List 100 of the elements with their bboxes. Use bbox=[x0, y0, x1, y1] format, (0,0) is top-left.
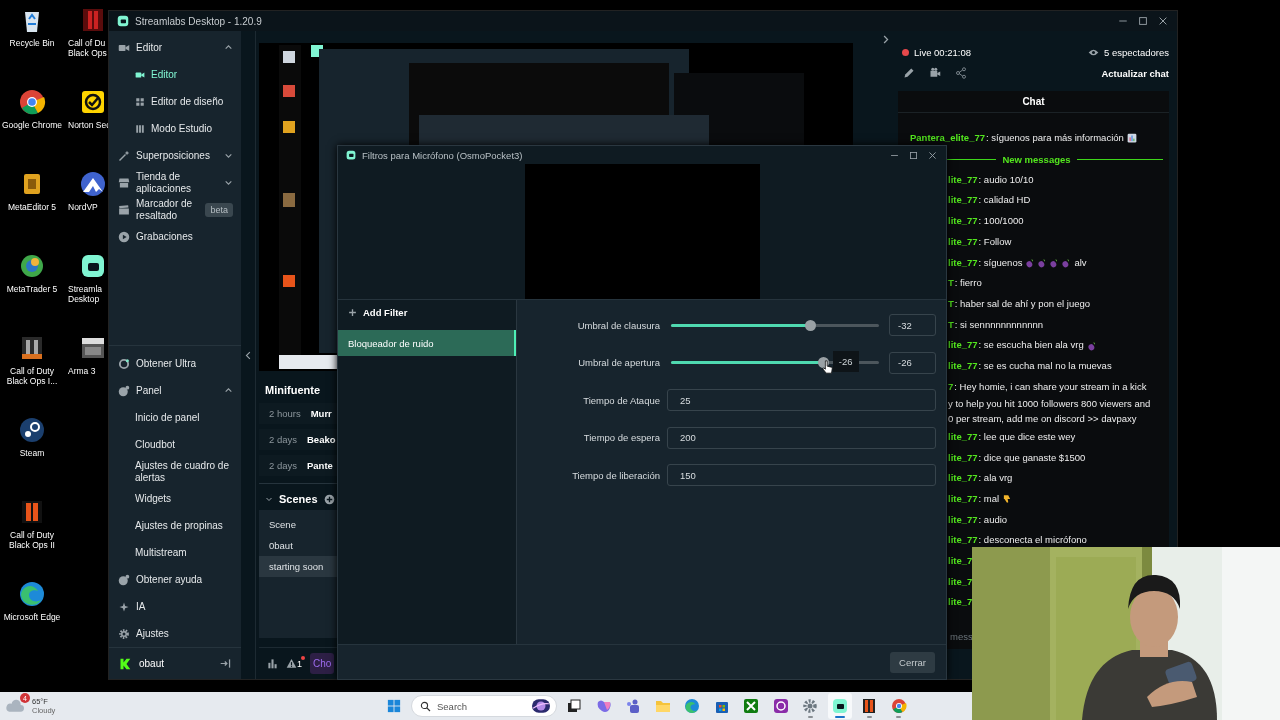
chat-username[interactable]: lite_77 bbox=[948, 338, 978, 354]
chevron-down-icon[interactable] bbox=[265, 495, 273, 503]
ring-icon bbox=[118, 357, 130, 370]
sidebar-item[interactable]: Ajustes bbox=[109, 620, 241, 647]
chat-username[interactable]: T bbox=[948, 276, 954, 291]
chat-username[interactable]: lite_77 bbox=[948, 533, 978, 549]
chat-message: : se escucha bien ala vrg bbox=[978, 339, 1084, 351]
desktop-icon-label[interactable]: Call of Du Black Ops bbox=[64, 38, 107, 58]
settings-icon[interactable] bbox=[802, 698, 818, 714]
slider-thumb[interactable] bbox=[805, 319, 817, 331]
share-icon[interactable] bbox=[955, 67, 967, 79]
app-icon[interactable] bbox=[79, 252, 107, 280]
people-icon[interactable] bbox=[625, 698, 641, 714]
weather-icon[interactable] bbox=[6, 697, 24, 715]
chat-username[interactable]: lite_77 bbox=[948, 172, 978, 188]
taskbar-button[interactable] bbox=[827, 693, 852, 719]
video-camera-icon[interactable] bbox=[929, 67, 941, 79]
chat-username[interactable]: 7 bbox=[948, 379, 954, 395]
warning-icon[interactable] bbox=[286, 658, 297, 669]
sidebar-item[interactable]: Editor bbox=[109, 61, 241, 88]
browser-icon[interactable] bbox=[18, 580, 46, 608]
input-field[interactable]: 150 bbox=[667, 464, 936, 486]
globe-icon[interactable] bbox=[18, 252, 46, 280]
desktop-icon-label[interactable]: NordVP bbox=[64, 202, 98, 212]
sidebar-item[interactable]: Modo Estudio bbox=[109, 115, 241, 142]
input-field[interactable]: 200 bbox=[667, 426, 936, 449]
close-button[interactable]: Cerrar bbox=[890, 651, 935, 673]
sidebar-item[interactable]: Editor bbox=[109, 34, 241, 61]
chat-input-placeholder[interactable]: mess bbox=[950, 630, 973, 642]
chat-username[interactable]: lite_77 bbox=[948, 234, 978, 250]
chat-username[interactable]: lite_7 bbox=[948, 574, 973, 590]
chat-username[interactable]: lite_77 bbox=[948, 450, 978, 466]
add-circle-icon[interactable] bbox=[323, 493, 335, 505]
search-field[interactable]: Search bbox=[411, 695, 557, 717]
sidebar-item[interactable]: Editor de diseño bbox=[109, 88, 241, 115]
game-icon[interactable] bbox=[861, 698, 877, 714]
chat-username[interactable]: T bbox=[948, 317, 954, 333]
start-icon[interactable] bbox=[387, 699, 401, 713]
sidebar-item[interactable]: Widgets bbox=[109, 485, 241, 512]
chat-username[interactable]: lite_77 bbox=[948, 491, 978, 507]
sidebar-item[interactable]: Superposiciones bbox=[109, 142, 241, 169]
chat-message: : dice que ganaste $1500 bbox=[978, 451, 1086, 463]
chat-username[interactable]: Pantera_elite_77 bbox=[910, 131, 985, 146]
desktop-icon-label[interactable]: Call of Duty Black Ops I... bbox=[6, 366, 58, 386]
chat-username[interactable]: lite_7 bbox=[948, 554, 973, 569]
sidebar-item[interactable]: Obtener Ultra bbox=[109, 350, 241, 377]
input-field[interactable]: 25 bbox=[667, 389, 936, 411]
app-icon[interactable] bbox=[831, 698, 848, 714]
add-filter-button[interactable]: Add Filter bbox=[338, 300, 516, 324]
chat-username[interactable]: lite_7 bbox=[948, 595, 973, 611]
sidebar-item[interactable]: Multistream bbox=[109, 539, 241, 566]
chat-username[interactable]: T bbox=[948, 296, 954, 312]
footer-button[interactable]: Cho bbox=[310, 653, 335, 674]
chat-username[interactable]: lite_77 bbox=[948, 471, 978, 486]
maximize-icon[interactable] bbox=[908, 149, 919, 161]
desktop-icon-label[interactable]: Streamla Desktop bbox=[64, 284, 102, 304]
sidebar-item[interactable]: Grabaciones bbox=[109, 223, 241, 250]
close-icon[interactable] bbox=[927, 149, 938, 161]
desktop-icon-label[interactable]: Google Chrome bbox=[2, 120, 62, 130]
chat-username[interactable]: lite_77 bbox=[948, 214, 978, 229]
chat-username[interactable]: lite_77 bbox=[948, 429, 978, 445]
pencil-icon[interactable] bbox=[903, 67, 915, 79]
sidebar-item[interactable]: IA bbox=[109, 593, 241, 620]
chat-username[interactable]: lite_77 bbox=[948, 359, 978, 374]
desktop-icon-label[interactable]: MetaEditor 5 bbox=[7, 202, 57, 212]
chat-username[interactable]: lite_77 bbox=[948, 255, 978, 271]
task-view-icon[interactable] bbox=[566, 698, 582, 714]
scene-item[interactable]: 0baut bbox=[259, 535, 341, 556]
close-icon[interactable] bbox=[1157, 15, 1169, 27]
logout-icon[interactable] bbox=[220, 658, 231, 669]
sidebar-item[interactable]: Ajustes de cuadro de alertas bbox=[109, 458, 241, 485]
desktop-icon-label[interactable]: Steam bbox=[19, 448, 45, 458]
scene-item[interactable]: Scene bbox=[259, 514, 341, 535]
mountain-icon[interactable] bbox=[79, 170, 107, 198]
viewer-count: 5 espectadores bbox=[1104, 46, 1169, 58]
app-icon[interactable] bbox=[18, 416, 46, 444]
value-field[interactable]: -32 bbox=[889, 314, 936, 336]
maximize-icon[interactable] bbox=[1137, 15, 1149, 27]
desktop-icon-label[interactable]: Call of Duty Black Ops II bbox=[9, 530, 55, 550]
checkmark-icon[interactable] bbox=[79, 88, 107, 116]
desktop-icon-label[interactable]: Arma 3 bbox=[64, 366, 96, 376]
browser-icon[interactable] bbox=[18, 88, 46, 116]
sidebar-item[interactable]: Cloudbot bbox=[109, 431, 241, 458]
desktop-icon-label[interactable]: Recycle Bin bbox=[9, 38, 55, 48]
sidebar-item[interactable]: Inicio de panel bbox=[109, 404, 241, 431]
sidebar-item[interactable]: Panel bbox=[109, 377, 241, 404]
filter-item[interactable]: Bloqueador de ruido bbox=[338, 330, 516, 356]
chat-username[interactable]: lite_77 bbox=[948, 193, 978, 209]
plus-icon bbox=[348, 307, 357, 317]
app-icon[interactable] bbox=[772, 698, 789, 714]
sidebar-item[interactable]: Ajustes de propinas bbox=[109, 512, 241, 539]
sidebar-item[interactable]: Obtener ayuda bbox=[109, 566, 241, 593]
sidebar-item[interactable]: Marcador de resaltado beta bbox=[109, 196, 241, 223]
desktop-icon-label[interactable]: MetaTrader 5 bbox=[6, 284, 58, 294]
value-field[interactable]: -26 bbox=[889, 351, 936, 374]
chat-username[interactable]: lite_77 bbox=[948, 512, 978, 528]
bar-chart-icon[interactable] bbox=[267, 658, 278, 669]
sidebar-item[interactable]: Tienda de aplicaciones bbox=[109, 169, 241, 196]
refresh-chat-button[interactable]: Actualizar chat bbox=[1101, 67, 1169, 79]
desktop-icon-label[interactable]: Microsoft Edge bbox=[3, 612, 61, 622]
